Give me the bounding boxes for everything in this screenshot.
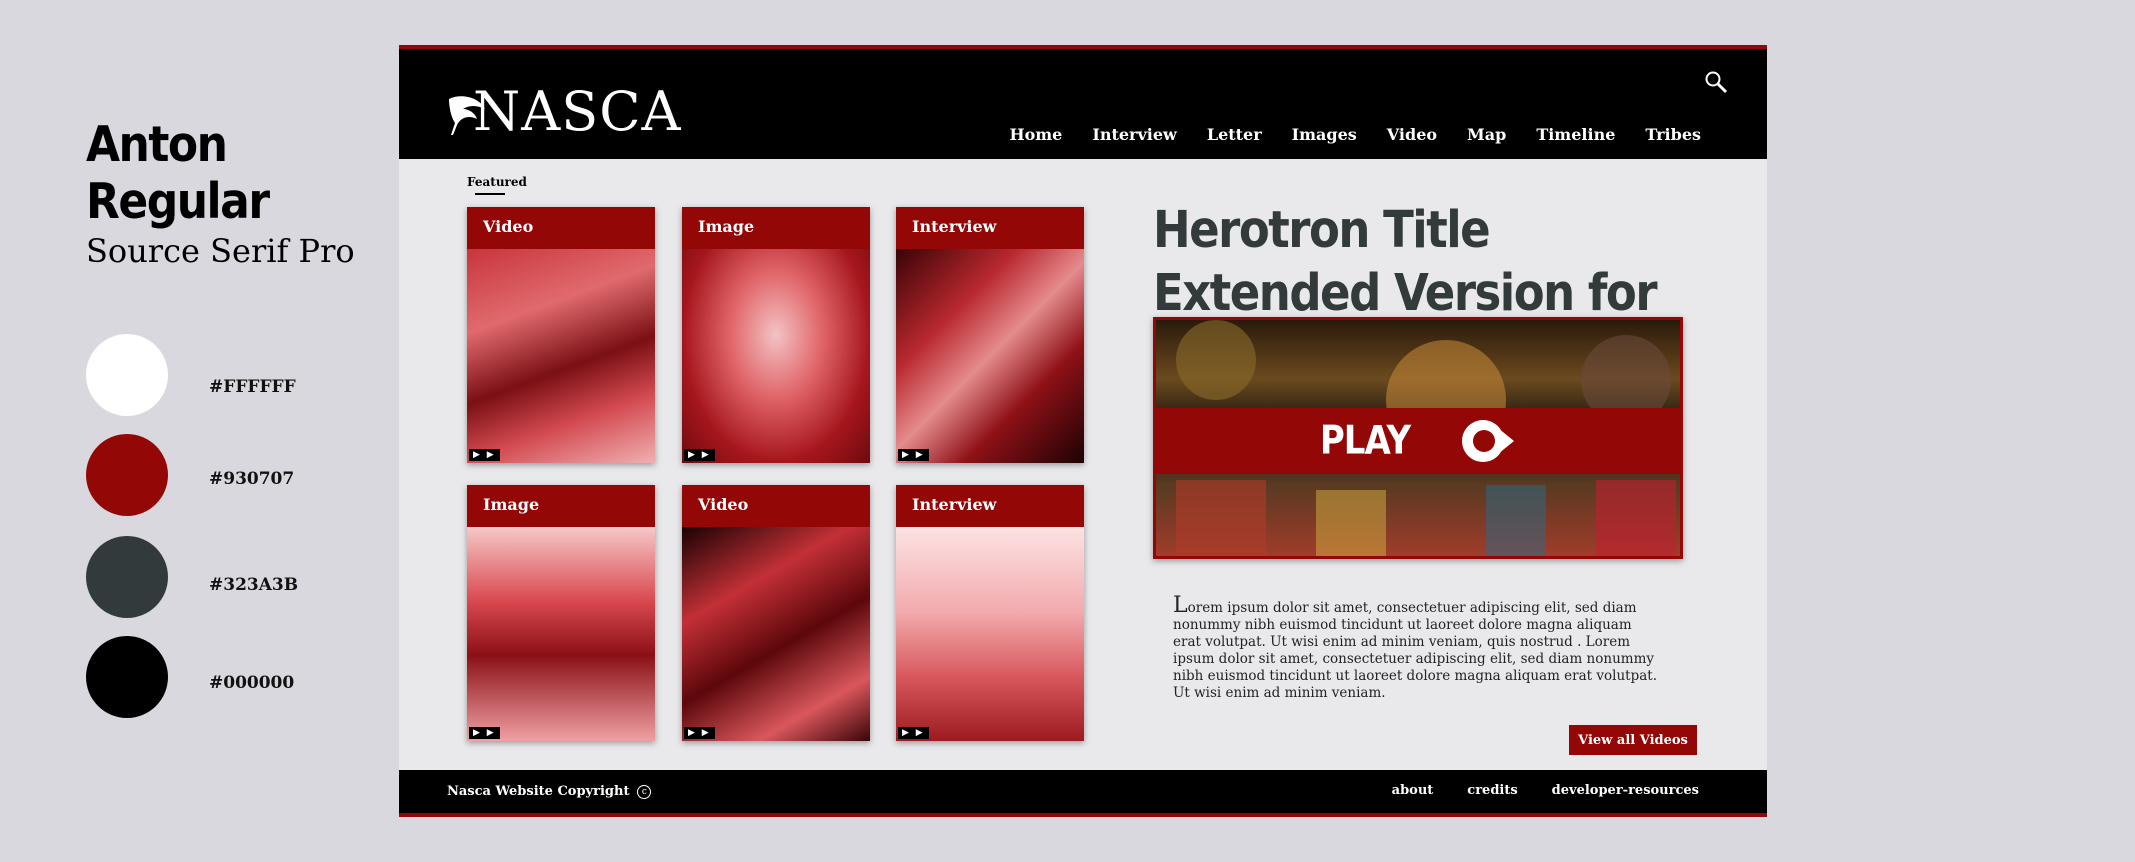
play-icon [1462,420,1515,463]
nav-letter[interactable]: Letter [1207,125,1262,144]
swatch-white [86,334,168,416]
card-play-badge: ▶ ▶ [898,449,929,461]
card-image: ▶ ▶ [896,527,1084,741]
featured-label: Featured [467,175,527,189]
featured-underline [475,193,505,195]
site-footer: Nasca Website Copyright c about credits … [399,770,1767,813]
copyright-text: Nasca Website Copyright [447,784,630,799]
card-label: Image [467,485,655,527]
media-card[interactable]: Video ▶ ▶ [467,207,655,463]
nav-home[interactable]: Home [1009,125,1062,144]
body-text: Lorem ipsum dolor sit amet, consectetuer… [1173,593,1657,701]
card-label: Video [467,207,655,249]
nav-timeline[interactable]: Timeline [1536,125,1615,144]
card-image: ▶ ▶ [896,249,1084,463]
main-nav: Home Interview Letter Images Video Map T… [979,125,1701,144]
nav-interview[interactable]: Interview [1092,125,1176,144]
swatch-hex: #930707 [209,469,295,489]
search-icon[interactable] [1703,69,1729,95]
media-card[interactable]: Image ▶ ▶ [467,485,655,741]
footer-links: about credits developer-resources [1358,783,1699,798]
site-mockup: NASCA Home Interview Letter Images Video… [399,45,1767,817]
card-play-badge: ▶ ▶ [898,727,929,739]
site-header: NASCA Home Interview Letter Images Video… [399,49,1767,159]
card-image: ▶ ▶ [467,527,655,741]
footer-link-credits[interactable]: credits [1467,783,1517,798]
card-label: Image [682,207,870,249]
nav-tribes[interactable]: Tribes [1645,125,1701,144]
media-card[interactable]: Interview ▶ ▶ [896,207,1084,463]
footer-link-about[interactable]: about [1392,783,1434,798]
copyright-icon: c [637,784,652,799]
card-image: ▶ ▶ [467,249,655,463]
swatch-hex: #FFFFFF [209,377,296,397]
media-card[interactable]: Video ▶ ▶ [682,485,870,741]
swatch-red [86,434,168,516]
display-font-sample: Anton Regular [86,116,270,231]
card-label: Interview [896,207,1084,249]
card-play-badge: ▶ ▶ [684,449,715,461]
card-play-badge: ▶ ▶ [469,449,500,461]
swatch-hex: #000000 [209,673,295,693]
swatch-hex: #323A3B [209,575,299,595]
body-font-sample: Source Serif Pro [86,232,355,270]
play-label: PLAY [1319,418,1411,464]
media-card[interactable]: Interview ▶ ▶ [896,485,1084,741]
media-card[interactable]: Image ▶ ▶ [682,207,870,463]
nav-images[interactable]: Images [1292,125,1357,144]
card-label: Interview [896,485,1084,527]
card-image: ▶ ▶ [682,527,870,741]
copyright: Nasca Website Copyright c [447,784,652,799]
logo-text: NASCA [473,80,682,143]
footer-link-developer-resources[interactable]: developer-resources [1552,783,1699,798]
nasca-logo[interactable]: NASCA [447,85,682,139]
card-play-badge: ▶ ▶ [684,727,715,739]
nav-video[interactable]: Video [1387,125,1437,144]
nav-map[interactable]: Map [1467,125,1506,144]
featured-video[interactable]: PLAY [1153,317,1683,559]
style-guide: Anton Regular Source Serif Pro [86,116,386,270]
card-image: ▶ ▶ [682,249,870,463]
view-all-videos-button[interactable]: View all Videos [1569,725,1697,755]
card-label: Video [682,485,870,527]
swatch-black [86,636,168,718]
play-button[interactable]: PLAY [1156,408,1680,474]
swatch-dark [86,536,168,618]
card-play-badge: ▶ ▶ [469,727,500,739]
